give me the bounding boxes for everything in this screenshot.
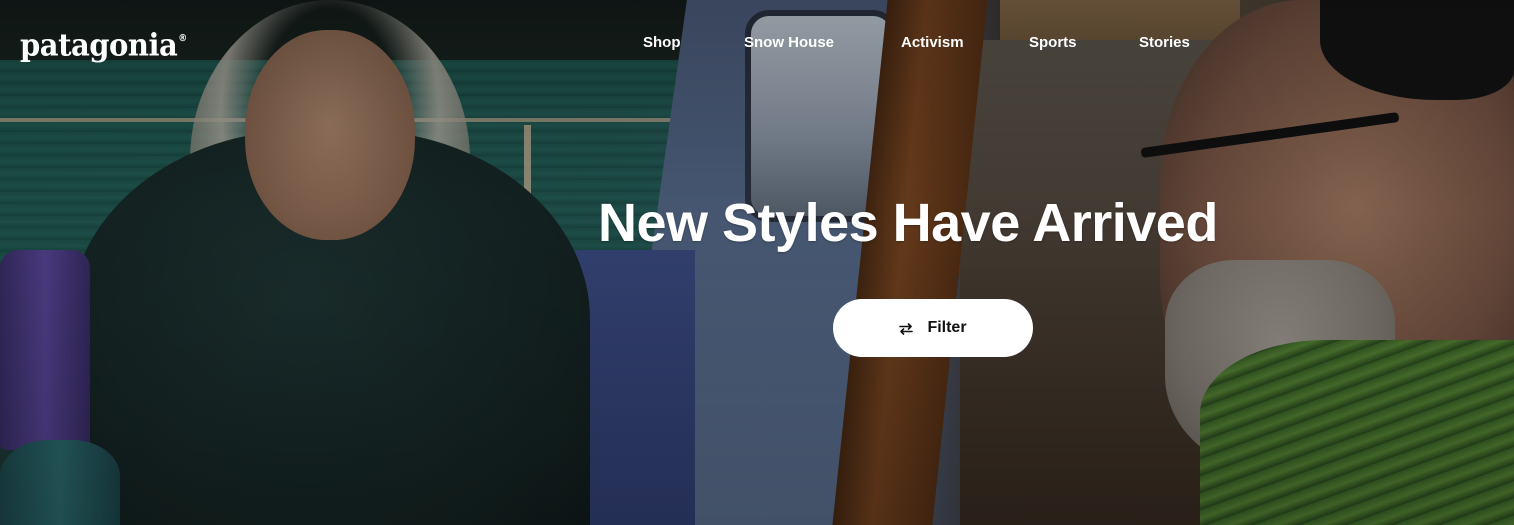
filter-button[interactable]: Filter [833,299,1033,357]
nav-item-snow-house[interactable]: Snow House [744,34,834,51]
nav-item-sports[interactable]: Sports [1029,34,1077,51]
hero-dark-overlay [0,0,1514,525]
hero-banner: patagonia® Shop Snow House Activism Spor… [0,0,1514,525]
nav-item-activism[interactable]: Activism [901,34,964,51]
sliders-arrows-icon [899,322,914,335]
hero-headline: New Styles Have Arrived [598,193,1218,253]
nav-item-shop[interactable]: Shop [643,34,681,51]
nav-item-stories[interactable]: Stories [1139,34,1190,51]
main-navigation: Shop Snow House Activism Sports Stories [0,34,1514,56]
filter-button-label: Filter [927,319,967,336]
